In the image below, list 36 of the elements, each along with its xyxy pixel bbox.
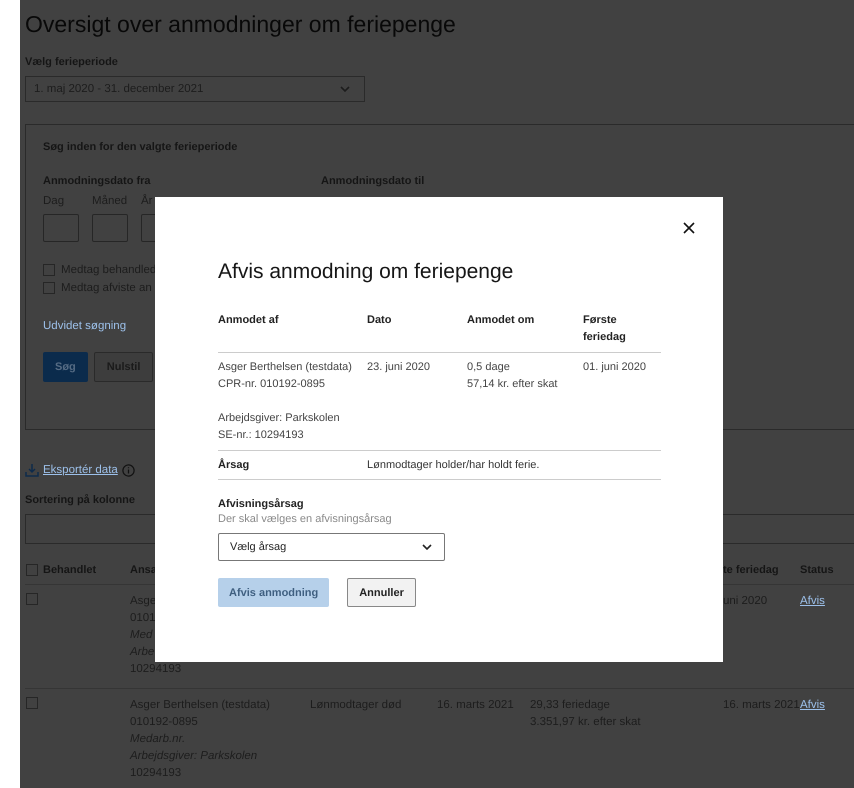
column-header: Anmodet af	[218, 314, 278, 326]
chevron-down-icon	[340, 86, 350, 92]
chevron-down-icon	[422, 544, 432, 550]
dialog-title: Afvis anmodning om feriepenge	[218, 259, 514, 285]
cancel-button[interactable]: Annuller	[347, 578, 416, 607]
download-icon	[25, 463, 39, 477]
reject-link[interactable]: Afvis	[800, 595, 825, 607]
page-title: Oversigt over anmodninger om feriepenge	[25, 10, 457, 39]
date-text: 23. juni 2020	[367, 360, 431, 375]
requester-text: CPR-nr. 010192-0895	[218, 377, 326, 392]
rejection-label: Afvisningsårsag	[218, 498, 305, 510]
reason-text: Lønmodtager holder/har holdt ferie.	[367, 458, 540, 473]
first-day-text: 01. juni 2020	[583, 360, 647, 375]
checkbox[interactable]	[43, 264, 55, 276]
row-checkbox[interactable]	[26, 593, 38, 605]
column-header: Dato	[367, 314, 392, 326]
rejection-hint: Der skal vælges en afvisningsårsag	[218, 513, 393, 525]
select-all-checkbox[interactable]	[26, 564, 38, 576]
reason-label: Årsag	[218, 457, 250, 473]
checkbox[interactable]	[43, 282, 55, 294]
close-icon[interactable]	[683, 222, 695, 234]
reject-link[interactable]: Afvis	[800, 699, 825, 711]
reason-select[interactable]: Vælg årsag	[218, 533, 445, 561]
export-link[interactable]: Eksportér data	[43, 464, 118, 476]
amount-text: 57,14 kr. efter skat	[467, 377, 558, 392]
employer-text: Arbejdsgiver: Parkskolen	[218, 411, 341, 426]
info-icon[interactable]	[122, 464, 135, 476]
column-header: Anmodet om	[467, 314, 534, 326]
requester-text: Asger Berthelsen (testdata)	[218, 360, 353, 375]
employer-text: SE-nr.: 10294193	[218, 428, 305, 443]
date-input-field[interactable]	[43, 214, 79, 242]
row-checkbox[interactable]	[26, 697, 38, 709]
date-input-field[interactable]	[92, 214, 128, 242]
column-header: Første feriedag	[583, 314, 626, 343]
advanced-search-link[interactable]: Udvidet søgning	[43, 320, 126, 332]
amount-text: 0,5 dage	[467, 360, 511, 375]
